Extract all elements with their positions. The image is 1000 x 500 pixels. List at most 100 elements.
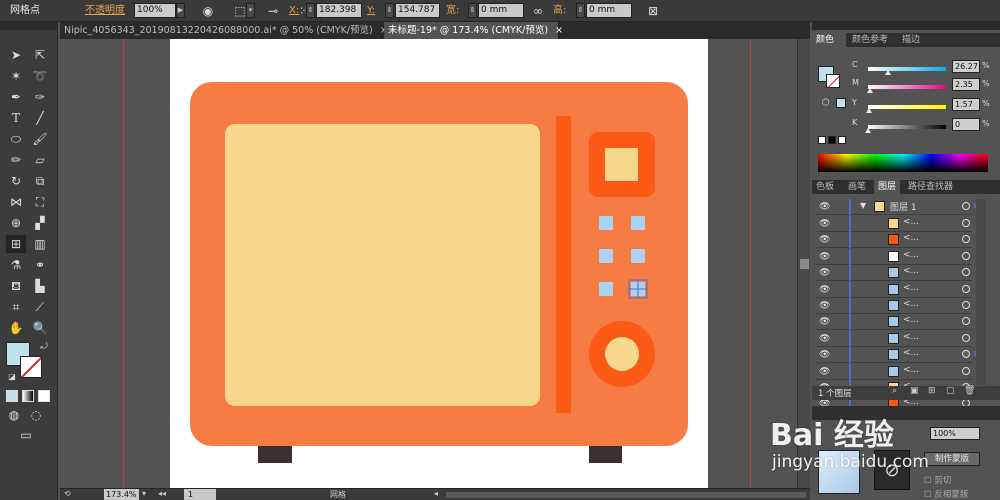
none-color-swatch[interactable] — [818, 136, 826, 144]
sublayer-name[interactable]: <... — [903, 266, 919, 276]
shape-builder-tool-icon[interactable]: ⊕ — [6, 214, 26, 232]
slider-track[interactable] — [868, 125, 946, 129]
canvas-rotation-icon[interactable]: ⟲ — [64, 489, 71, 498]
sublayer-row[interactable]: 👁 <... — [816, 248, 972, 265]
target-icon[interactable] — [962, 350, 970, 359]
sublayer-name[interactable]: <... — [903, 365, 919, 375]
sublayer-name[interactable]: <... — [903, 348, 919, 358]
link-proportions-icon[interactable]: ∞ — [530, 3, 546, 19]
visibility-eye-icon[interactable]: 👁 — [819, 235, 830, 245]
sublayer-name[interactable]: <... — [903, 250, 919, 260]
visibility-eye-icon[interactable]: 👁 — [819, 219, 830, 229]
zoom-tool-icon[interactable]: 🔍 — [30, 319, 50, 337]
curvature-tool-icon[interactable]: ✑ — [30, 88, 50, 106]
control-button[interactable] — [631, 216, 645, 230]
target-icon[interactable] — [962, 219, 970, 227]
anchor-convert-icon[interactable]: ⊸ — [265, 3, 281, 19]
visibility-eye-icon[interactable]: 👁 — [819, 285, 830, 295]
white-color-swatch[interactable] — [838, 136, 846, 144]
ellipse-tool-icon[interactable]: ⬭ — [6, 130, 26, 148]
perspective-grid-tool-icon[interactable]: ▞ — [30, 214, 50, 232]
tab-swatches[interactable]: 色板 — [812, 180, 838, 194]
sublayer-row[interactable]: 👁 <... — [816, 298, 972, 314]
slider-knob[interactable] — [885, 70, 891, 75]
slider-value-field[interactable]: 26.27 — [952, 60, 980, 73]
gradient-tool-icon[interactable]: ▥ — [30, 235, 50, 253]
symbol-sprayer-tool-icon[interactable]: ⛾ — [6, 277, 26, 295]
delete-layer-icon[interactable]: 🗑 — [964, 386, 975, 396]
tab-layers[interactable]: 图层 — [874, 180, 901, 194]
sublayer-name[interactable]: <... — [903, 299, 919, 309]
door-divider[interactable] — [556, 116, 571, 413]
expand-arrow-icon[interactable]: ▼ — [860, 201, 866, 210]
visibility-eye-icon[interactable]: 👁 — [819, 301, 830, 311]
opacity-label[interactable]: 不透明度 — [85, 0, 125, 22]
eraser-tool-icon[interactable]: ▱ — [30, 151, 50, 169]
layer-target-icon[interactable] — [962, 202, 970, 210]
microwave-window[interactable] — [225, 124, 540, 406]
sublayer-name[interactable]: <... — [903, 315, 919, 325]
sublayer-row[interactable]: 👁 <... — [816, 314, 972, 331]
sublayer-row[interactable]: 👁 <... — [816, 281, 972, 298]
visibility-eye-icon[interactable]: 👁 — [819, 252, 830, 262]
artboard[interactable] — [170, 39, 708, 488]
tab-stroke[interactable]: 描边 — [898, 33, 924, 47]
sublayer-row[interactable]: 👁 <... — [816, 232, 972, 249]
x-stepper[interactable]: ⇕ — [306, 3, 315, 18]
visibility-eye-icon[interactable]: 👁 — [819, 334, 830, 344]
sublayer-name[interactable]: <... — [903, 217, 919, 227]
control-button[interactable] — [631, 249, 645, 263]
sublayer-row[interactable]: 👁 <... — [816, 265, 972, 282]
slider-knob[interactable] — [866, 108, 872, 113]
free-transform-tool-icon[interactable]: ⛶ — [30, 193, 50, 211]
y-field[interactable]: 154.787 : — [395, 3, 440, 28]
slider-value-field[interactable]: 2.35 — [952, 78, 980, 91]
tab-nipic-document[interactable]: Nipic_4056343_20190813220426088000.ai* @… — [60, 22, 388, 39]
slider-knob[interactable] — [865, 128, 871, 133]
invert-mask-checkbox[interactable]: ☐ 反相蒙版 — [924, 488, 968, 500]
layer-row[interactable]: 👁 ▼ 图层 1 — [816, 199, 979, 215]
right-foot[interactable] — [589, 446, 622, 463]
pencil-tool-icon[interactable]: ✏ — [6, 151, 26, 169]
swap-fill-stroke-icon[interactable]: ⤾ — [34, 338, 54, 356]
zoom-dropdown-icon[interactable]: ▾ — [142, 489, 146, 498]
screen-mode-icon[interactable]: ▭ — [16, 426, 36, 444]
hand-tool-icon[interactable]: ✋ — [6, 319, 26, 337]
first-artboard-icon[interactable]: ◂◂ — [158, 489, 166, 498]
horizontal-scrollbar[interactable] — [446, 492, 806, 498]
target-icon[interactable] — [962, 235, 970, 244]
width-stepper[interactable]: ⇕ — [468, 3, 477, 18]
sublayer-name[interactable]: <... — [903, 332, 919, 342]
visibility-eye-icon[interactable]: 👁 — [819, 317, 830, 327]
drawing-mode-icon[interactable]: ◍ — [4, 406, 24, 424]
tab-brushes[interactable]: 画笔 — [844, 180, 870, 194]
tab-color-guide[interactable]: 颜色参考 — [848, 33, 892, 47]
black-color-swatch[interactable] — [828, 136, 836, 144]
slice-tool-icon[interactable]: ⟋ — [30, 298, 50, 316]
clip-checkbox[interactable]: ☐ 剪切 — [924, 474, 951, 486]
visibility-eye-icon[interactable]: 👁 — [819, 268, 830, 278]
sublayer-row[interactable]: 👁 <... — [816, 216, 972, 232]
selection-tool-icon[interactable]: ➤ — [6, 46, 26, 64]
opacity-field[interactable]: 100% — [134, 3, 176, 18]
artboard-tool-icon[interactable]: ⌗ — [6, 298, 26, 316]
magic-wand-tool-icon[interactable]: ✶ — [6, 67, 26, 85]
tab-untitled-document[interactable]: 未标题-19* @ 173.4% (CMYK/预览) × — [384, 22, 563, 39]
opacity-dropdown[interactable]: ▶ — [176, 3, 185, 18]
target-icon[interactable] — [962, 301, 970, 309]
visibility-eye-icon[interactable]: 👁 — [819, 202, 830, 212]
dial-inner[interactable] — [605, 337, 639, 371]
width-tool-icon[interactable]: ⋈ — [6, 193, 26, 211]
eyedropper-tool-icon[interactable]: ⚗ — [6, 256, 26, 274]
target-icon[interactable] — [962, 251, 970, 260]
toolbar-header[interactable] — [0, 22, 58, 30]
color-mode-icon[interactable] — [6, 390, 18, 402]
slider-track[interactable] — [868, 105, 946, 109]
type-tool-icon[interactable]: T — [6, 109, 26, 127]
zoom-field[interactable]: 173.4% — [104, 489, 139, 500]
layers-scrollbar[interactable] — [976, 199, 986, 385]
sublayer-row[interactable]: 👁 <... — [816, 347, 979, 364]
control-button[interactable] — [599, 216, 613, 230]
scrollbar-thumb[interactable] — [800, 259, 809, 269]
target-icon[interactable] — [962, 333, 970, 342]
